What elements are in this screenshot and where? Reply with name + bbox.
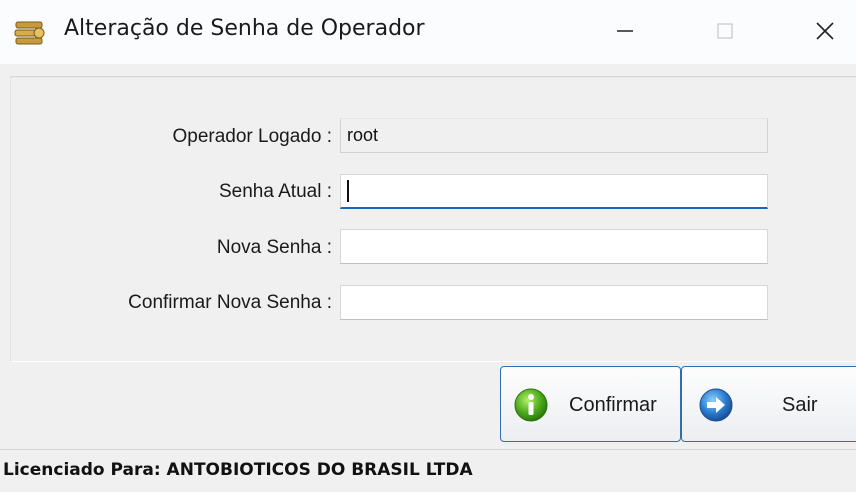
confirm-password-field[interactable] [340,285,768,320]
exit-button[interactable]: Sair [681,366,856,442]
title-bar[interactable]: Alteração de Senha de Operador [0,0,856,64]
arrow-right-blue-icon [699,388,733,422]
password-change-window: Alteração de Senha de Operador Operador … [0,0,856,492]
confirm-password-label: Confirmar Nova Senha : [128,292,332,313]
close-button[interactable] [795,8,855,54]
operator-field: root [340,118,768,153]
close-icon [816,22,834,40]
operator-value: root [347,125,379,145]
confirm-button[interactable]: Confirmar [500,366,681,442]
text-caret [347,180,349,203]
maximize-button[interactable] [695,8,755,54]
info-green-icon [514,388,548,422]
minimize-icon [617,30,633,32]
minimize-button[interactable] [595,8,655,54]
license-text: Licenciado Para: ANTOBIOTICOS DO BRASIL … [3,460,473,480]
window-title: Alteração de Senha de Operador [64,16,425,41]
current-password-label: Senha Atual : [218,181,332,202]
maximize-icon [717,23,733,39]
current-password-field[interactable] [340,174,768,209]
confirm-label: Confirmar [569,394,657,416]
operator-label: Operador Logado : [172,126,332,147]
new-password-field[interactable] [340,229,768,264]
operator-cash-icon [14,21,45,45]
exit-label: Sair [782,394,818,416]
new-password-label: Nova Senha : [216,237,332,258]
status-bar: Licenciado Para: ANTOBIOTICOS DO BRASIL … [0,449,856,492]
